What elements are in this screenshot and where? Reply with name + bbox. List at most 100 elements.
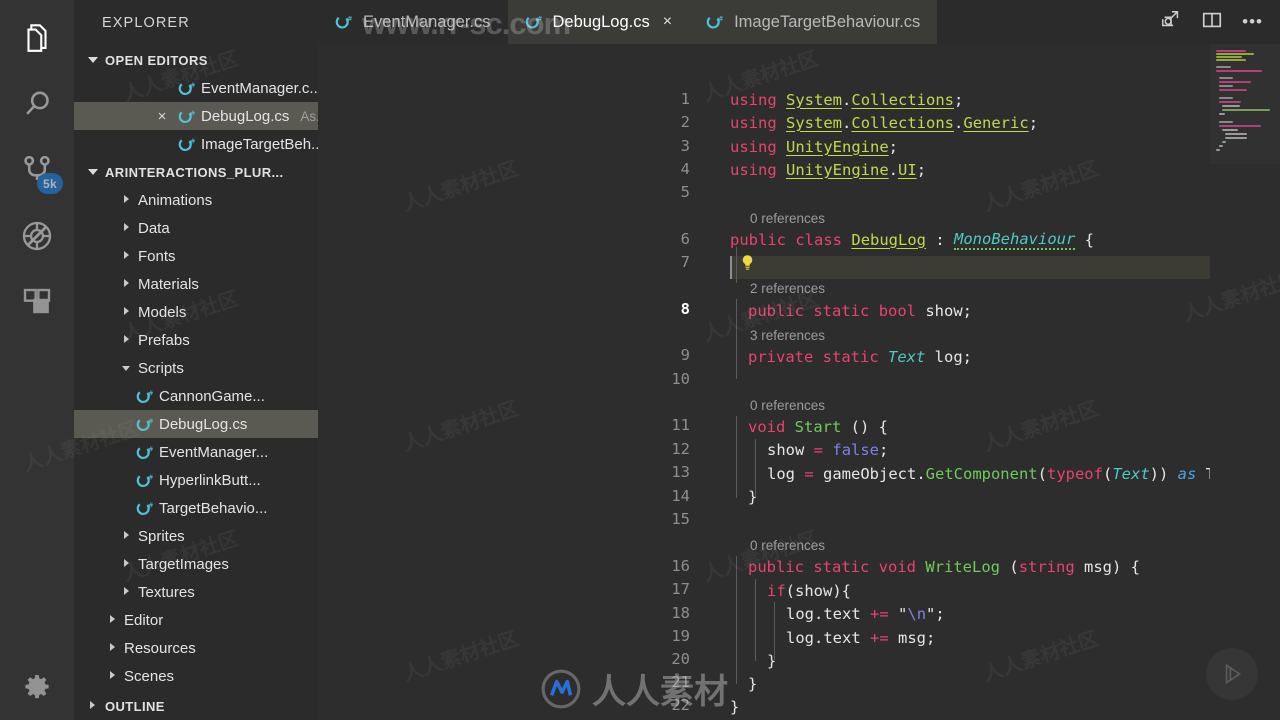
tree-item-debuglog[interactable]: # DebugLog.cs [74,410,318,438]
tree-item-scripts[interactable]: Scripts [74,354,318,382]
activity-bar-item-settings[interactable] [0,666,74,710]
chevron-right-icon [122,251,132,261]
code-lens-references[interactable]: 0 references [750,211,825,226]
section-open-editors-label: OPEN EDITORS [105,52,208,68]
code-line-9: private static Text log; [748,347,973,366]
tree-item-editor[interactable]: Editor [74,606,318,634]
code-lens-references[interactable]: 0 references [750,538,825,553]
code-line-13: log = gameObject. GetComponent(typeof(Tex… [767,464,1252,483]
minimap-line [1219,145,1223,147]
minimap-line [1225,137,1247,139]
code-line-11: void Start () { [748,417,889,436]
section-outline[interactable]: OUTLINE [74,692,318,720]
tree-item-label: DebugLog.cs [159,415,248,433]
minimap-line [1216,53,1254,55]
code-line-4: using UnityEngine. UI; [730,160,927,179]
code-editor[interactable]: 1 2 3 4 5 6 7 8 9 10 11 12 13 14 15 16 1… [318,44,1280,720]
minimap-line [1219,77,1233,79]
open-editor-item-2[interactable]: # ImageTargetBeh... [74,130,324,158]
close-icon[interactable]: × [663,13,672,31]
activity-bar-item-source-control[interactable]: 5k [0,137,74,203]
code-lens-references[interactable]: 3 references [750,328,825,343]
minimap-line [1219,85,1233,87]
tree-item-targetbehaviour[interactable]: # TargetBehavio... [74,494,318,522]
tree-item-label: Fonts [138,247,176,265]
chevron-right-icon [108,671,118,681]
open-editor-item-0[interactable]: # EventManager.c... [74,74,322,102]
indent-guide [736,416,737,498]
tree-item-materials[interactable]: Materials [74,270,318,298]
activity-bar-item-extensions[interactable] [0,269,74,335]
code-lens-references[interactable]: 2 references [750,281,825,296]
section-project-label: ARINTERACTIONS_PLUR... [105,164,284,180]
indent-guide [755,579,756,661]
tab-imagetargetbehaviour[interactable]: # ImageTargetBehaviour.cs [689,0,938,44]
tree-item-prefabs[interactable]: Prefabs [74,326,318,354]
activity-bar-item-explorer[interactable] [0,5,74,71]
tree-item-textures[interactable]: Textures [74,578,318,606]
tree-item-scenes[interactable]: Scenes [74,662,318,690]
section-open-editors[interactable]: OPEN EDITORS [74,46,318,74]
editor-actions: ••• [1160,0,1280,44]
svg-text:#: # [190,109,195,117]
open-editor-label: ImageTargetBeh... [201,135,324,153]
tree-item-sprites[interactable]: Sprites [74,522,318,550]
minimap-line [1216,50,1246,52]
svg-text:#: # [148,389,153,397]
token-escape: \n [907,604,927,623]
tree-item-cannongame[interactable]: # CannonGame... [74,382,318,410]
minimap-line [1216,59,1246,61]
current-line-border [730,256,732,279]
activity-bar-item-run-and-debug[interactable] [0,203,74,269]
code-line-1: using System. Collections; [730,90,964,109]
svg-text:#: # [718,15,723,23]
minimap[interactable] [1210,44,1280,720]
tree-item-label: Prefabs [138,331,190,349]
csharp-file-icon: # [335,14,352,31]
code-line-2: using System. Collections. Generic; [730,113,1039,132]
svg-text:#: # [148,473,153,481]
tree-item-label: TargetBehavio... [159,499,268,517]
tree-item-label: Resources [124,639,196,657]
chevron-right-icon [122,195,132,205]
line-number: 11 [671,416,690,434]
activity-bar-item-search[interactable] [0,71,74,137]
tree-item-fonts[interactable]: Fonts [74,242,318,270]
open-editor-item-1[interactable]: × # DebugLog.cs As... [74,102,327,130]
chevron-right-icon [122,307,132,317]
minimap-line [1219,101,1241,103]
tree-item-hyperlinkbutton[interactable]: # HyperlinkButt... [74,466,318,494]
chevron-down-icon [88,167,98,177]
close-icon[interactable]: × [152,109,172,124]
minimap-line [1216,66,1231,68]
tab-eventmanager[interactable]: # EventManager.cs [318,0,508,44]
tree-item-targetimages[interactable]: TargetImages [74,550,318,578]
csharp-file-icon: # [178,80,195,97]
split-editor-icon[interactable] [1201,9,1223,36]
code-lens-references[interactable]: 0 references [750,398,825,413]
tree-item-label: Materials [138,275,199,293]
line-number: 19 [671,627,690,645]
gear-icon [22,673,52,703]
token-string: " [898,604,908,623]
tab-debuglog[interactable]: # DebugLog.cs × [507,0,690,44]
tree-item-data[interactable]: Data [74,214,318,242]
section-project-root[interactable]: ARINTERACTIONS_PLUR... [74,158,318,186]
token-function: Start [794,417,842,436]
code-line-19: log.text += msg; [786,628,936,647]
svg-text:#: # [190,81,195,89]
tree-item-animations[interactable]: Animations [74,186,318,214]
code-line-16: public static void WriteLog (string msg)… [748,557,1141,576]
line-number-active: 8 [680,300,690,318]
tree-item-eventmanager[interactable]: # EventManager... [74,438,318,466]
minimap-line [1219,113,1225,115]
tab-label: ImageTargetBehaviour.cs [734,12,921,31]
open-changes-icon[interactable] [1160,9,1182,36]
lightbulb-icon[interactable] [739,254,756,275]
tree-item-label: Scenes [124,667,175,685]
code-line-20: } [767,651,777,670]
chevron-right-icon [122,223,132,233]
more-actions-icon[interactable]: ••• [1242,12,1263,32]
tree-item-resources[interactable]: Resources [74,634,318,662]
tree-item-models[interactable]: Models [74,298,318,326]
